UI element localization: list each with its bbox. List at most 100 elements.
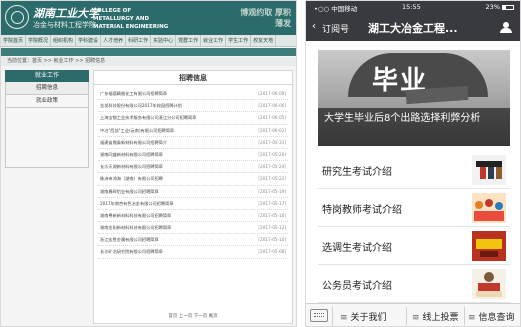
news-item[interactable]: 湖南金阳新材料科技有限公司招聘简章 [2017-05-12] — [98, 222, 288, 235]
nav-item-employment[interactable]: 就业工作 — [201, 35, 227, 46]
news-title[interactable]: 株洲市鸿海（湖南）有限公司招聘 — [100, 173, 163, 185]
clock: 15:55 — [402, 3, 421, 11]
carrier-label: •○○ 中国移动 — [314, 5, 358, 13]
back-chevron-icon[interactable]: ‹ — [312, 21, 316, 32]
breadcrumb: 当前位置：首页 >> 就业工作 >> 招聘信息 — [1, 57, 296, 66]
news-title[interactable]: 广东福德精细化工有限公司招聘简章 — [100, 88, 167, 100]
person-icon[interactable] — [500, 22, 512, 33]
news-item[interactable]: 浙江宏胜金属有限公司招聘简章 [2017-05-10] — [98, 234, 288, 247]
students-thumbnail-icon — [472, 155, 506, 185]
menu-list-icon: ≡ — [412, 313, 420, 323]
account-title: 湖工大冶金工程... — [368, 22, 458, 35]
menu-about-us[interactable]: ≡ 关于我们 — [340, 310, 387, 323]
news-title[interactable]: 湖南春晖铝业有限公司招聘简章 — [100, 186, 159, 198]
article-label[interactable]: 公务员考试介绍 — [322, 277, 392, 292]
news-item[interactable]: 中冶"西部"工业(云南)有限公司招聘简章 [2017-06-02] — [98, 125, 288, 137]
menu-divider — [332, 306, 333, 326]
news-title[interactable]: 浙江宏胜金属有限公司招聘简章 — [100, 234, 159, 246]
news-item[interactable]: 长沙矿冶研究院有限公司招聘简章 [2017-05-08] — [98, 246, 288, 259]
battery-percent: 23% — [485, 3, 500, 11]
sidebar: 就业工作 招聘信息 就业政策 — [5, 70, 89, 168]
news-title[interactable]: 上海宝钢工业技术服务有限公司湛江分公司招聘简章 — [100, 112, 196, 124]
article-item-graduate-exam[interactable]: 研究生考试介绍 — [318, 151, 510, 189]
nav-item-organization[interactable]: 组织机构 — [51, 35, 77, 46]
news-title[interactable]: 中冶"西部"工业(云南)有限公司招聘简章 — [100, 125, 174, 137]
news-title[interactable]: 湖南金阳新材料科技有限公司招聘简章 — [100, 222, 171, 234]
news-date: [2017-06-02] — [258, 127, 286, 133]
article-label[interactable]: 选调生考试介绍 — [322, 239, 392, 254]
news-date: [2017-06-09] — [258, 91, 286, 96]
nav-item-students[interactable]: 学生工作 — [226, 35, 252, 46]
hero-article-card[interactable]: 毕业 大学生毕业后8个出路选择利弊分析 — [318, 50, 510, 146]
site-nav: 学院首页 学院概况 组织机构 学科建设 人才培养 科研工作 实验中心 党群工作 … — [1, 35, 296, 47]
sidebar-title: 就业工作 — [5, 70, 89, 82]
news-item[interactable]: 湖南粤新新材料科技有限公司招聘简章 [2017-05-16] — [98, 210, 288, 223]
news-title[interactable]: 湖南同盛新材料有限公司招聘简章 — [100, 149, 163, 161]
news-title[interactable]: 长沙天湖新材料有限公司招聘简章 — [100, 161, 163, 173]
article-item-teacher-exam[interactable]: 特岗教师考试介绍 — [318, 189, 510, 227]
news-item[interactable]: 金发科技股份有限公司2017年校园招聘计划 [2017-06-06] — [98, 100, 288, 113]
nav-item-alumni[interactable]: 校友天地 — [251, 35, 277, 46]
wechat-phone-screen: •○○ 中国移动 15:55 23% ‹ 订阅号 湖工大冶金工程... 毕业 大… — [305, 0, 521, 327]
wechat-menu-bar: ≡ 关于我们 ≡ 线上投票 ≡ 信息查询 — [306, 303, 520, 326]
news-title[interactable]: 金发科技股份有限公司2017年校园招聘计划 — [100, 100, 182, 112]
article-label[interactable]: 研究生考试介绍 — [322, 163, 392, 178]
site-banner — [1, 48, 296, 56]
sidebar-item-policy[interactable]: 就业政策 — [5, 95, 89, 108]
menu-list-icon: ≡ — [340, 313, 348, 323]
nav-item-lab-center[interactable]: 实验中心 — [151, 35, 177, 46]
site-header: 湖南工业大学 冶金与材料工程学院 COLLEGE OF METALLURGY A… — [1, 1, 296, 35]
nav-item-party[interactable]: 党群工作 — [176, 35, 202, 46]
news-item[interactable]: 上海宝钢工业技术服务有限公司湛江分公司招聘简章 [2017-06-05] — [98, 112, 288, 125]
sidebar-footer — [5, 108, 89, 168]
news-date: [2017-05-16] — [258, 212, 286, 218]
sidebar-item-recruitment[interactable]: 招聘信息 — [5, 82, 89, 95]
keyboard-icon[interactable] — [310, 309, 328, 322]
menu-list-icon: ≡ — [468, 313, 476, 323]
news-item[interactable]: 2017年南京有色冶金有限公司招聘简章 [2017-05-17] — [98, 198, 288, 210]
wechat-header: ‹ 订阅号 湖工大冶金工程... — [306, 13, 520, 41]
news-date: [2017-05-26] — [258, 151, 286, 157]
news-date: [2017-06-06] — [258, 103, 286, 109]
menu-label[interactable]: 信息查询 — [479, 313, 515, 323]
screenshot: 湖南工业大学 冶金与材料工程学院 COLLEGE OF METALLURGY A… — [0, 0, 521, 327]
nav-item-overview[interactable]: 学院概况 — [26, 35, 52, 46]
news-item[interactable]: 湖南同盛新材料有限公司招聘简章 [2017-05-26] — [98, 149, 288, 162]
teachers-thumbnail-icon — [472, 193, 506, 223]
news-title[interactable]: 长沙矿冶研究院有限公司招聘简章 — [100, 246, 163, 258]
news-item[interactable]: 广东福德精细化工有限公司招聘简章 [2017-06-09] — [98, 88, 288, 101]
news-date: [2017-05-10] — [258, 237, 286, 243]
news-title[interactable]: 湖南粤新新材料科技有限公司招聘简章 — [100, 210, 171, 222]
menu-online-vote[interactable]: ≡ 线上投票 — [412, 310, 459, 323]
menu-divider — [464, 307, 465, 325]
hero-caption[interactable]: 大学生毕业后8个出路选择利弊分析 — [318, 108, 510, 146]
menu-info-query[interactable]: ≡ 信息查询 — [468, 310, 515, 323]
logo-english: COLLEGE OF METALLURGY AND MATERIAL ENGIN… — [93, 8, 169, 30]
college-website: 湖南工业大学 冶金与材料工程学院 COLLEGE OF METALLURGY A… — [0, 0, 297, 327]
article-item-civil-selection[interactable]: 选调生考试介绍 — [318, 227, 510, 265]
news-item[interactable]: 长沙天湖新材料有限公司招聘简章 [2017-05-24] — [98, 161, 288, 174]
news-item[interactable]: 湖南春晖铝业有限公司招聘简章 [2017-05-19] — [98, 186, 288, 198]
article-item-civil-servant[interactable]: 公务员考试介绍 — [318, 265, 510, 303]
status-bar: •○○ 中国移动 15:55 23% — [306, 1, 520, 13]
battery-icon — [502, 4, 514, 10]
news-item[interactable]: 株洲市鸿海（湖南）有限公司招聘 [2017-05-22] — [98, 173, 288, 186]
menu-label[interactable]: 线上投票 — [423, 313, 459, 323]
civil-servant-thumbnail-icon — [472, 269, 506, 299]
menu-label[interactable]: 关于我们 — [351, 313, 387, 323]
news-title[interactable]: 2017年南京有色冶金有限公司招聘简章 — [100, 198, 173, 210]
nav-item-research[interactable]: 科研工作 — [126, 35, 152, 46]
nav-item-disciplines[interactable]: 学科建设 — [76, 35, 102, 46]
pagination[interactable]: 首页 上一页 下一页 尾页 — [94, 313, 292, 319]
nav-item-home[interactable]: 学院首页 — [1, 35, 27, 46]
nav-item-education[interactable]: 人才培养 — [101, 35, 127, 46]
logo-chinese: 湖南工业大学 — [33, 7, 99, 20]
news-item[interactable]: 福建省鼎泰新材料有限公司招聘简介 [2017-05-31] — [98, 137, 288, 149]
recruitment-panel: 招聘信息 广东福德精细化工有限公司招聘简章 [2017-06-09] 金发科技股份… — [93, 70, 293, 324]
selection-thumbnail-icon — [472, 231, 506, 261]
article-label[interactable]: 特岗教师考试介绍 — [322, 201, 402, 216]
back-button[interactable]: 订阅号 — [322, 22, 349, 35]
news-title[interactable]: 福建省鼎泰新材料有限公司招聘简介 — [100, 137, 167, 149]
news-list: 广东福德精细化工有限公司招聘简章 [2017-06-09] 金发科技股份有限公司2… — [94, 85, 292, 259]
news-date: [2017-05-31] — [258, 139, 286, 145]
